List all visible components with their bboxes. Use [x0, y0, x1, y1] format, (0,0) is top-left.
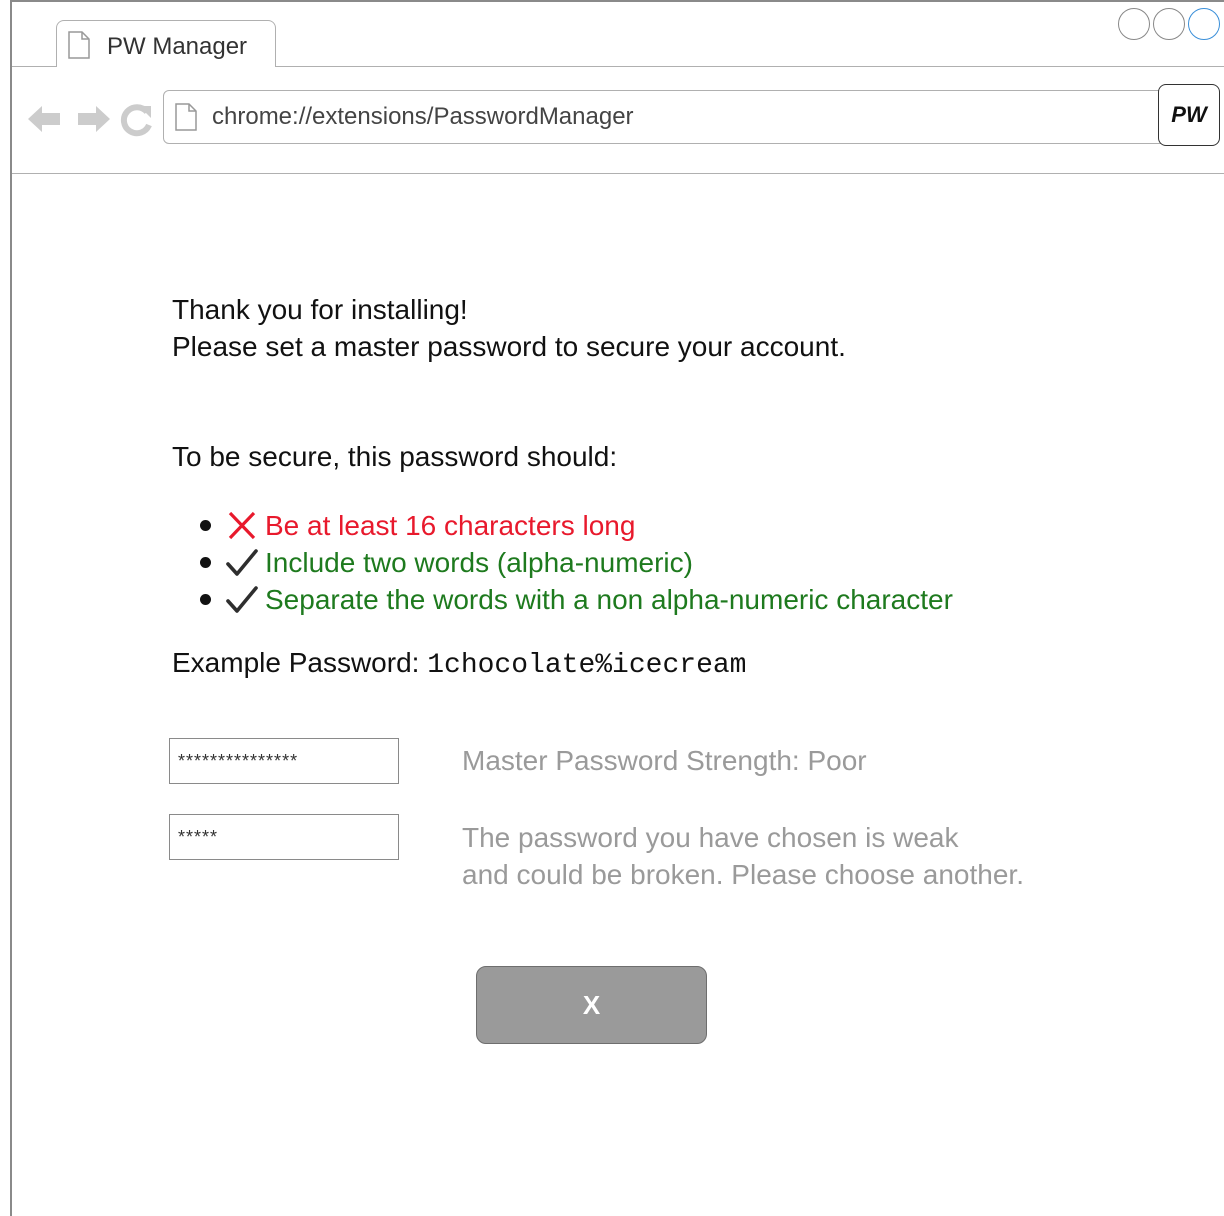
intro-line-1: Thank you for installing! [172, 294, 468, 325]
tab-title: PW Manager [107, 33, 248, 60]
weak-warning-line-2: and could be broken. Please choose anoth… [462, 859, 1024, 890]
requirements-heading: To be secure, this password should: [172, 441, 618, 472]
bullet-icon [200, 594, 211, 605]
bullet-icon [200, 557, 211, 568]
requirement-item: Be at least 16 characters long [200, 507, 953, 544]
reload-icon[interactable] [120, 103, 154, 142]
page-icon [174, 103, 198, 136]
requirement-item: Separate the words with a non alpha-nume… [200, 581, 953, 618]
requirement-text: Separate the words with a non alpha-nume… [265, 583, 953, 615]
minimize-button[interactable] [1118, 8, 1150, 40]
requirement-text: Be at least 16 characters long [265, 509, 636, 541]
back-arrow-icon[interactable] [26, 103, 62, 140]
pw-extension-button[interactable]: PW [1158, 84, 1220, 146]
page-icon [67, 31, 91, 64]
close-button[interactable]: X [476, 966, 707, 1044]
example-password: Example Password: 1chocolate%icecream [172, 647, 746, 681]
requirement-text: Include two words (alpha-numeric) [265, 546, 693, 578]
tab-strip: PW Manager [12, 2, 1224, 67]
page-content: Thank you for installing! Please set a m… [12, 2, 1224, 1216]
strength-indicator: Master Password Strength: Poor [462, 745, 867, 776]
requirement-item: Include two words (alpha-numeric) [200, 544, 953, 581]
browser-window: PW Manager chrome://extensions/PasswordM… [10, 0, 1224, 1216]
navigation-bar: PW [12, 67, 1224, 174]
bullet-icon [200, 520, 211, 531]
weak-warning-line-1: The password you have chosen is weak [462, 822, 959, 853]
check-icon [225, 548, 259, 578]
intro-line-2: Please set a master password to secure y… [172, 331, 846, 362]
confirm-password-input[interactable] [169, 814, 399, 860]
address-bar[interactable] [163, 90, 1193, 144]
window-controls [1114, 8, 1224, 44]
master-password-input[interactable] [169, 738, 399, 784]
example-label: Example Password: [172, 647, 428, 678]
cross-icon [225, 511, 259, 541]
url-input[interactable] [212, 102, 1112, 132]
forward-arrow-icon[interactable] [76, 103, 112, 140]
close-window-button[interactable] [1188, 8, 1220, 40]
example-value: 1chocolate%icecream [427, 650, 747, 681]
maximize-button[interactable] [1153, 8, 1185, 40]
requirements-list: Be at least 16 characters long Include t… [200, 507, 953, 618]
check-icon [225, 585, 259, 615]
tab-pw-manager[interactable]: PW Manager [56, 20, 276, 67]
